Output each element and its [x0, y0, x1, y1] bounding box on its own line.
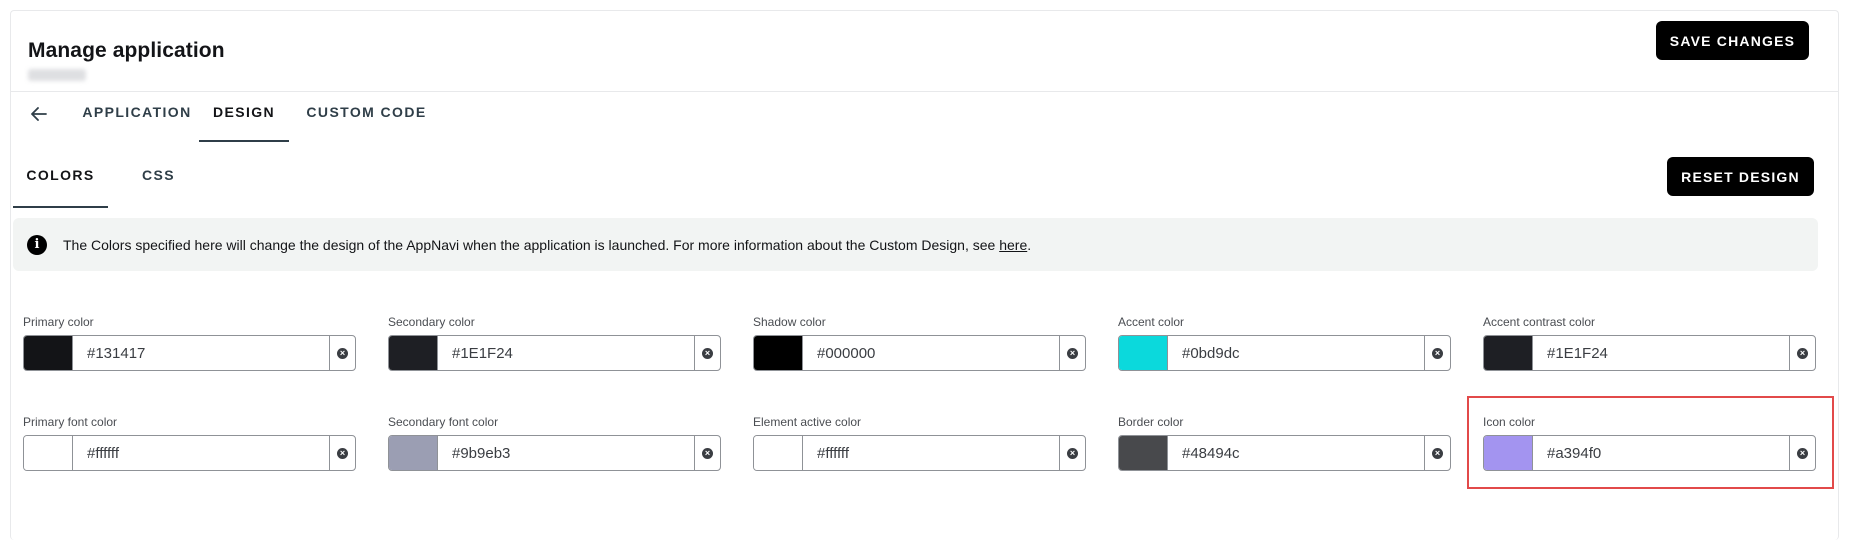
tab-design[interactable]: DESIGN: [199, 104, 289, 142]
tab-application[interactable]: APPLICATION: [82, 104, 192, 142]
shadow-color-swatch[interactable]: [754, 336, 803, 370]
accent-color-clear-button[interactable]: ×: [1424, 336, 1450, 370]
subtab-css[interactable]: CSS: [136, 167, 181, 208]
secondary-font-color-input-group: ×: [388, 435, 721, 471]
secondary-color-field: Secondary color ×: [388, 315, 721, 371]
border-color-label: Border color: [1118, 415, 1184, 429]
border-color-swatch[interactable]: [1119, 436, 1168, 470]
close-circle-icon: ×: [1432, 447, 1443, 459]
primary-color-input-group: ×: [23, 335, 356, 371]
shadow-color-input[interactable]: [803, 336, 1059, 370]
secondary-font-color-field: Secondary font color ×: [388, 415, 721, 471]
close-circle-icon: ×: [702, 447, 713, 459]
close-circle-icon: ×: [337, 347, 348, 359]
shadow-color-input-group: ×: [753, 335, 1086, 371]
close-circle-icon: ×: [1067, 447, 1078, 459]
accent-contrast-color-clear-button[interactable]: ×: [1789, 336, 1815, 370]
info-message: The Colors specified here will change th…: [63, 236, 1000, 253]
highlight-box: [1467, 396, 1834, 489]
close-circle-icon: ×: [1067, 347, 1078, 359]
secondary-color-label: Secondary color: [388, 315, 475, 329]
secondary-font-color-clear-button[interactable]: ×: [694, 436, 720, 470]
element-active-color-input[interactable]: [803, 436, 1059, 470]
primary-color-input[interactable]: [73, 336, 329, 370]
primary-font-color-swatch[interactable]: [24, 436, 73, 470]
border-color-input[interactable]: [1168, 436, 1424, 470]
primary-font-color-label: Primary font color: [23, 415, 118, 429]
element-active-color-field: Element active color ×: [753, 415, 1086, 471]
close-circle-icon: ×: [702, 347, 713, 359]
accent-color-input[interactable]: [1168, 336, 1424, 370]
application-id-blurred: [28, 69, 86, 81]
accent-color-label: Accent color: [1118, 315, 1185, 329]
accent-color-swatch[interactable]: [1119, 336, 1168, 370]
element-active-color-input-group: ×: [753, 435, 1086, 471]
close-circle-icon: ×: [337, 447, 348, 459]
element-active-color-swatch[interactable]: [754, 436, 803, 470]
accent-contrast-color-input-group: ×: [1483, 335, 1816, 371]
accent-color-input-group: ×: [1118, 335, 1451, 371]
primary-font-color-clear-button[interactable]: ×: [329, 436, 355, 470]
element-active-color-clear-button[interactable]: ×: [1059, 436, 1085, 470]
shadow-color-field: Shadow color ×: [753, 315, 1086, 371]
accent-contrast-color-field: Accent contrast color ×: [1483, 315, 1816, 371]
primary-color-field: Primary color ×: [23, 315, 356, 371]
secondary-color-input-group: ×: [388, 335, 721, 371]
element-active-color-label: Element active color: [753, 415, 862, 429]
close-circle-icon: ×: [1432, 347, 1443, 359]
accent-contrast-color-label: Accent contrast color: [1483, 315, 1596, 329]
primary-color-swatch[interactable]: [24, 336, 73, 370]
info-link[interactable]: here: [999, 237, 1027, 253]
back-button[interactable]: [28, 103, 50, 125]
save-changes-button[interactable]: SAVE CHANGES: [1656, 21, 1809, 60]
shadow-color-label: Shadow color: [753, 315, 826, 329]
border-color-field: Border color ×: [1118, 415, 1451, 471]
tab-custom-code[interactable]: CUSTOM CODE: [301, 104, 432, 142]
panel-header: Manage application: [11, 11, 1838, 92]
primary-color-label: Primary color: [23, 315, 94, 329]
secondary-font-color-input[interactable]: [438, 436, 694, 470]
secondary-font-color-label: Secondary font color: [388, 415, 499, 429]
secondary-color-input[interactable]: [438, 336, 694, 370]
primary-font-color-field: Primary font color ×: [23, 415, 356, 471]
info-icon: i: [27, 234, 47, 255]
border-color-input-group: ×: [1118, 435, 1451, 471]
arrow-left-icon: [31, 107, 47, 121]
info-banner: i The Colors specified here will change …: [13, 218, 1818, 271]
page-title: Manage application: [28, 39, 225, 62]
shadow-color-clear-button[interactable]: ×: [1059, 336, 1085, 370]
border-color-clear-button[interactable]: ×: [1424, 436, 1450, 470]
secondary-font-color-swatch[interactable]: [389, 436, 438, 470]
accent-color-field: Accent color ×: [1118, 315, 1451, 371]
primary-font-color-input[interactable]: [73, 436, 329, 470]
primary-color-clear-button[interactable]: ×: [329, 336, 355, 370]
info-text: The Colors specified here will change th…: [63, 237, 1031, 253]
secondary-color-swatch[interactable]: [389, 336, 438, 370]
accent-contrast-color-swatch[interactable]: [1484, 336, 1533, 370]
close-circle-icon: ×: [1797, 347, 1808, 359]
reset-design-button[interactable]: RESET DESIGN: [1667, 157, 1814, 196]
secondary-color-clear-button[interactable]: ×: [694, 336, 720, 370]
accent-contrast-color-input[interactable]: [1533, 336, 1789, 370]
primary-font-color-input-group: ×: [23, 435, 356, 471]
subtab-colors[interactable]: COLORS: [13, 167, 108, 208]
info-suffix: .: [1027, 236, 1032, 253]
